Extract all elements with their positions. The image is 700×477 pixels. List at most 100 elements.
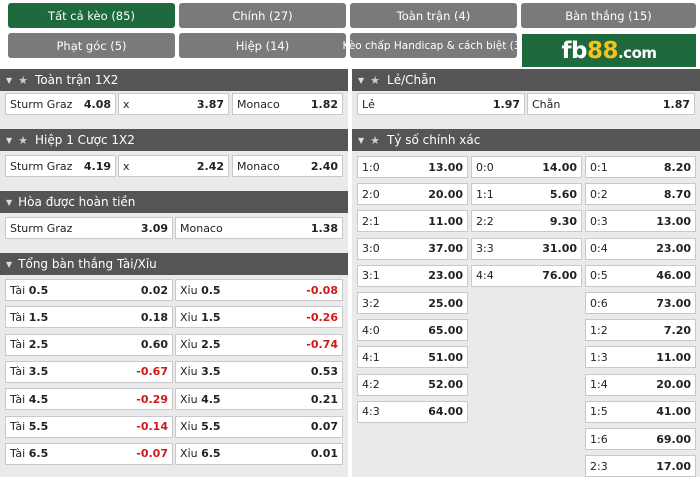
score-label: 3:0 — [362, 242, 380, 256]
score-label: 4:2 — [362, 378, 380, 392]
tab-goals[interactable]: Bàn thắng (15) — [521, 3, 696, 28]
score-odd-cell[interactable]: 4:2 52.00 — [357, 373, 468, 396]
score-odd-cell[interactable]: 0:0 14.00 — [471, 156, 582, 178]
star-icon[interactable]: ★ — [370, 74, 380, 87]
section-title: Hiệp 1 Cược 1X2 — [35, 133, 135, 147]
odd-value: 65.00 — [428, 323, 463, 337]
star-icon[interactable]: ★ — [370, 134, 380, 147]
line-label: Xỉu 4.5 — [180, 392, 221, 406]
under-odd-cell[interactable]: Xỉu 5.5 0.07 — [175, 415, 343, 438]
over-odd-cell[interactable]: Tài 6.5 -0.07 — [5, 442, 173, 465]
score-odd-cell[interactable]: 1:6 69.00 — [585, 428, 696, 450]
under-odd-cell[interactable]: Xỉu 0.5 -0.08 — [175, 279, 343, 301]
under-odd-cell[interactable]: Xỉu 1.5 -0.26 — [175, 306, 343, 329]
over-odd-cell[interactable]: Tài 0.5 0.02 — [5, 279, 173, 301]
score-odd-cell[interactable]: 0:1 8.20 — [585, 156, 696, 178]
score-odd-cell[interactable]: 1:1 5.60 — [471, 183, 582, 206]
score-odd-cell[interactable]: 2:0 20.00 — [357, 183, 468, 206]
section-header-total-goals[interactable]: ▼ Tổng bàn thắng Tài/Xỉu — [0, 253, 348, 275]
score-label: 4:0 — [362, 323, 380, 337]
over-odd-cell[interactable]: Tài 3.5 -0.67 — [5, 360, 173, 383]
under-odd-cell[interactable]: Xỉu 2.5 -0.74 — [175, 333, 343, 356]
odd-cell[interactable]: Monaco 2.40 — [232, 155, 343, 177]
under-odd-cell[interactable]: Xỉu 4.5 0.21 — [175, 388, 343, 411]
odd-cell[interactable]: Sturm Graz 3.09 — [5, 217, 173, 239]
score-odd-cell[interactable]: 4:3 64.00 — [357, 400, 468, 423]
section-header-draw-no-bet[interactable]: ▼ Hòa được hoàn tiền — [0, 191, 348, 213]
odd-value: 11.00 — [656, 350, 691, 364]
odd-cell[interactable]: Monaco 1.82 — [232, 93, 343, 115]
score-odd-cell[interactable]: 1:0 13.00 — [357, 156, 468, 178]
odd-value: 69.00 — [656, 432, 691, 446]
odd-value: 23.00 — [656, 242, 691, 256]
line-label: Tài 5.5 — [10, 420, 49, 433]
score-odd-cell[interactable]: 2:1 11.00 — [357, 210, 468, 233]
score-odd-cell[interactable]: 0:4 23.00 — [585, 237, 696, 260]
score-odd-cell[interactable]: 3:0 37.00 — [357, 237, 468, 260]
section-header-fulltime-1x2[interactable]: ▼ ★ Toàn trận 1X2 — [0, 69, 348, 91]
score-odd-cell[interactable]: 0:3 13.00 — [585, 210, 696, 233]
score-odd-cell[interactable]: 4:1 51.00 — [357, 346, 468, 369]
over-odd-cell[interactable]: Tài 5.5 -0.14 — [5, 415, 173, 438]
score-odd-cell[interactable]: 0:6 73.00 — [585, 292, 696, 314]
odd-cell[interactable]: Lẻ 1.97 — [357, 93, 525, 115]
odd-value: -0.67 — [136, 365, 168, 379]
score-odd-cell[interactable]: 1:2 7.20 — [585, 319, 696, 342]
tab-corners[interactable]: Phạt góc (5) — [8, 33, 175, 58]
score-odd-cell[interactable]: 2:3 17.00 — [585, 455, 696, 477]
under-odd-cell[interactable]: Xỉu 6.5 0.01 — [175, 442, 343, 465]
over-odd-cell[interactable]: Tài 2.5 0.60 — [5, 333, 173, 356]
score-label: 3:2 — [362, 296, 380, 310]
over-odd-cell[interactable]: Tài 4.5 -0.29 — [5, 388, 173, 411]
odd-cell[interactable]: Chẵn 1.87 — [527, 93, 695, 115]
odd-value: 0.60 — [140, 338, 168, 352]
line-label: Tài 1.5 — [10, 310, 49, 324]
odd-value: 76.00 — [542, 269, 577, 283]
tab-handicap[interactable]: Kèo chấp Handicap & cách biệt (3) — [342, 33, 525, 58]
score-odd-cell[interactable]: 1:5 41.00 — [585, 400, 696, 423]
score-odd-cell[interactable]: 3:2 25.00 — [357, 292, 468, 314]
star-icon[interactable]: ★ — [18, 74, 28, 87]
score-label: 3:3 — [476, 242, 494, 256]
odd-value: 20.00 — [656, 378, 691, 392]
score-label: 1:2 — [590, 323, 608, 337]
odd-cell[interactable]: Sturm Graz 4.08 — [5, 93, 116, 115]
score-odd-cell[interactable]: 0:2 8.70 — [585, 183, 696, 206]
caret-down-icon: ▼ — [6, 259, 13, 269]
score-label: 0:2 — [590, 187, 608, 201]
odd-value: 0.02 — [140, 283, 168, 297]
star-icon[interactable]: ★ — [18, 134, 28, 147]
section-header-odd-even[interactable]: ▼ ★ Lẻ/Chẵn — [352, 69, 700, 91]
section-header-correct-score[interactable]: ▼ ★ Tỷ số chính xác — [352, 129, 700, 151]
score-odd-cell[interactable]: 3:1 23.00 — [357, 264, 468, 287]
caret-down-icon: ▼ — [6, 197, 13, 207]
odd-value: 9.30 — [549, 214, 577, 228]
odd-value: 0.07 — [310, 420, 338, 433]
odd-value: 20.00 — [428, 187, 463, 201]
section-header-half1-1x2[interactable]: ▼ ★ Hiệp 1 Cược 1X2 — [0, 129, 348, 151]
odd-cell[interactable]: x 3.87 — [118, 93, 229, 115]
score-odd-cell[interactable]: 2:2 9.30 — [471, 210, 582, 233]
over-odd-cell[interactable]: Tài 1.5 0.18 — [5, 306, 173, 329]
score-odd-cell[interactable]: 1:3 11.00 — [585, 346, 696, 369]
tab-halves[interactable]: Hiệp (14) — [179, 33, 346, 58]
score-odd-cell[interactable]: 0:5 46.00 — [585, 264, 696, 287]
under-odd-cell[interactable]: Xỉu 3.5 0.53 — [175, 360, 343, 383]
score-odd-cell[interactable]: 4:0 65.00 — [357, 319, 468, 342]
odd-value: 25.00 — [428, 296, 463, 310]
score-label: 3:1 — [362, 269, 380, 283]
odd-cell[interactable]: Sturm Graz 4.19 — [5, 155, 116, 177]
tab-fulltime[interactable]: Toàn trận (4) — [350, 3, 517, 28]
score-odd-cell[interactable]: 1:4 20.00 — [585, 373, 696, 396]
odd-value: -0.07 — [136, 447, 168, 461]
line-label: Xỉu 5.5 — [180, 420, 221, 433]
odd-cell[interactable]: x 2.42 — [118, 155, 229, 177]
score-odd-cell[interactable]: 3:3 31.00 — [471, 237, 582, 260]
score-label: 1:4 — [590, 378, 608, 392]
tab-all-bets[interactable]: Tất cả kèo (85) — [8, 3, 175, 28]
score-odd-cell[interactable]: 4:4 76.00 — [471, 264, 582, 287]
odd-cell[interactable]: Monaco 1.38 — [175, 217, 343, 239]
odd-value: 7.20 — [663, 323, 691, 337]
odd-value: 13.00 — [656, 214, 691, 228]
tab-main[interactable]: Chính (27) — [179, 3, 346, 28]
